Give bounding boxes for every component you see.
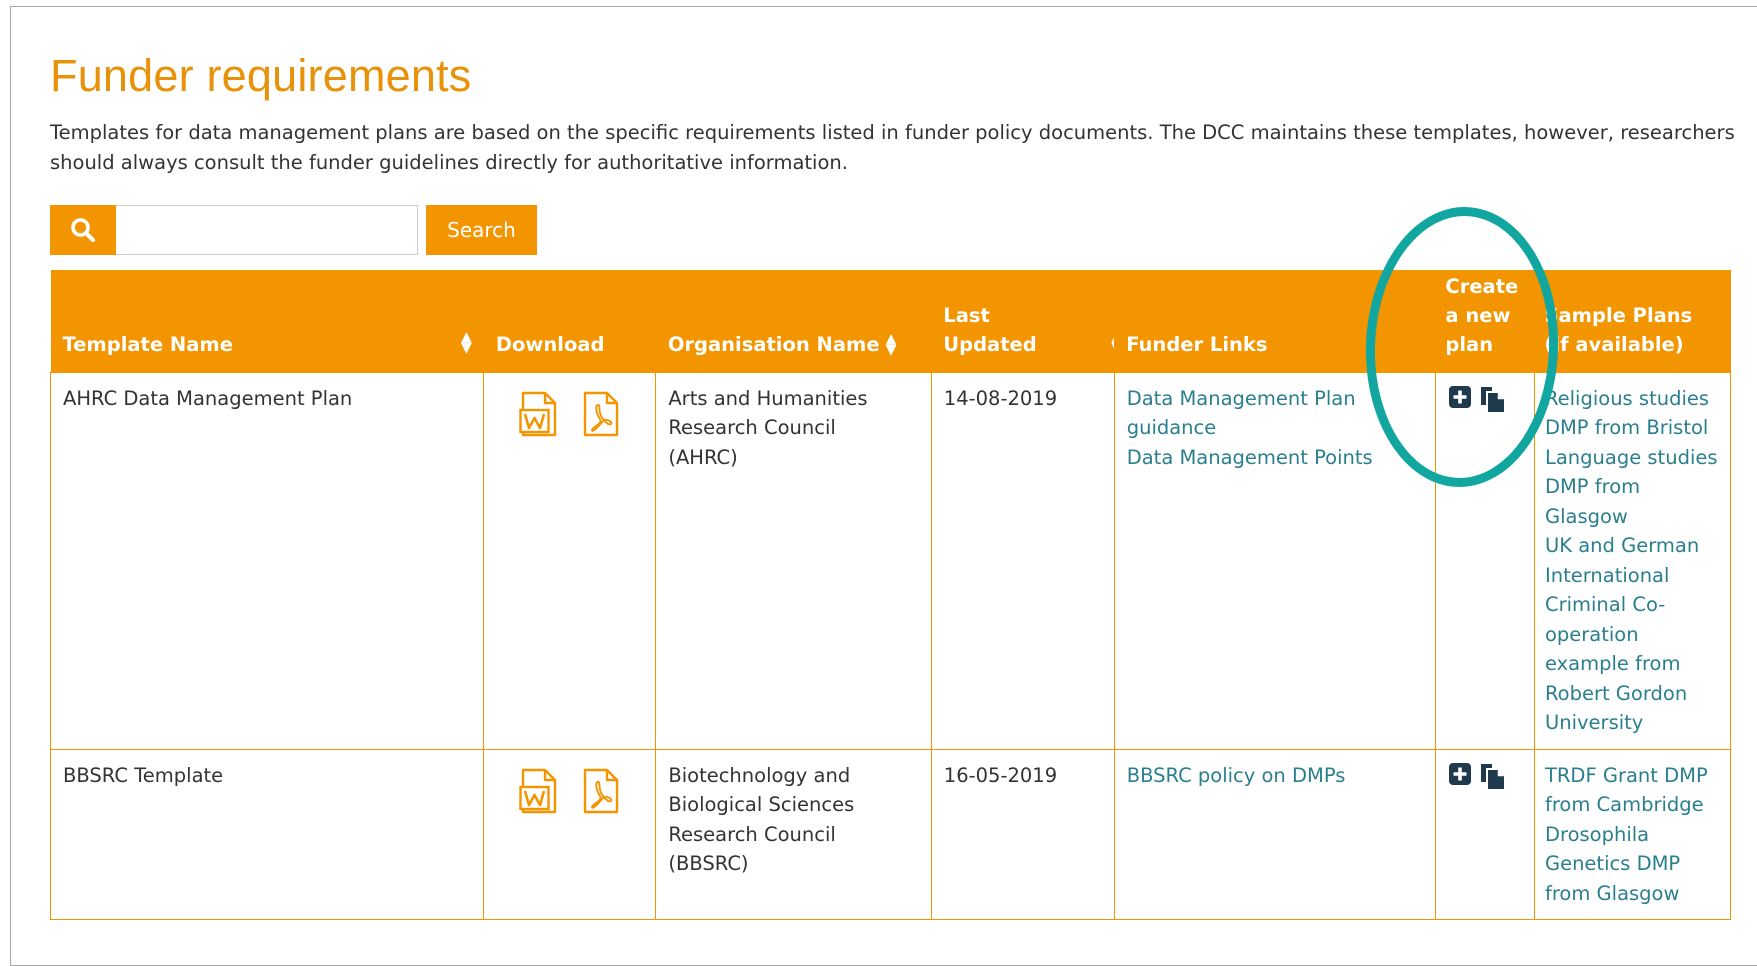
organisation-name: Biotechnology and Biological Sciences Re… (655, 748, 932, 920)
header-label-line: Updated (943, 332, 1037, 356)
template-name: BBSRC Template (49, 748, 485, 920)
sample-plan-link[interactable]: Language studies DMP from Glasgow (1545, 443, 1726, 532)
sample-plans: Religious studies DMP from Bristol Langu… (1533, 371, 1732, 750)
header-label: Organisation Name (667, 332, 880, 356)
create-plan-cell (1434, 371, 1535, 750)
search-bar: Search (50, 205, 537, 255)
header-label-line: (if available) (1544, 332, 1684, 356)
header-template-name[interactable]: Template Name ▲ ▼ (50, 270, 484, 372)
copy-icon[interactable] (1478, 762, 1506, 799)
organisation-line: Arts and Humanities (668, 386, 868, 410)
last-updated: 16-05-2019 (930, 748, 1115, 920)
sample-plan-link[interactable]: TRDF Grant DMP from Cambridge (1545, 761, 1726, 820)
search-icon[interactable] (50, 205, 116, 255)
header-label-line: Last (943, 303, 990, 327)
header-label-line: Create (1445, 274, 1519, 298)
sort-icon[interactable]: ▲▼ (461, 330, 472, 355)
sample-plan-link[interactable]: Drosophila Genetics DMP from Glasgow (1545, 820, 1726, 909)
header-label-line: Sample Plans (1544, 303, 1693, 327)
organisation-line: Research Council (668, 822, 836, 846)
header-organisation-name[interactable]: Organisation Name ▲ ▼ (655, 270, 932, 372)
header-label-line: plan (1445, 332, 1494, 356)
template-name: AHRC Data Management Plan (49, 371, 485, 750)
sort-icon[interactable]: ▲▼ (886, 332, 897, 357)
intro-text: Templates for data management plans are … (50, 121, 1735, 174)
header-sample-plans: Sample Plans (if available) (1534, 270, 1731, 372)
funder-links: BBSRC policy on DMPs (1113, 748, 1436, 920)
plus-square-icon[interactable] (1448, 762, 1472, 795)
pdf-document-icon[interactable] (581, 768, 621, 823)
table-row: BBSRC Template Biotechnology and Biologi… (49, 748, 1732, 920)
sample-plan-link[interactable]: UK and German International Criminal Co-… (1545, 531, 1726, 738)
download-cell (483, 748, 657, 920)
funder-link[interactable]: BBSRC policy on DMPs (1127, 761, 1423, 791)
funder-link[interactable]: Data Management Points (1127, 443, 1423, 473)
table-row: AHRC Data Management Plan Arts and Human… (49, 371, 1732, 750)
header-label: Funder Links (1126, 332, 1268, 356)
organisation-line: (AHRC) (668, 445, 738, 469)
funder-links: Data Management Plan guidance Data Manag… (1113, 371, 1436, 750)
page-title: Funder requirements (50, 50, 472, 101)
pdf-document-icon[interactable] (581, 391, 621, 446)
last-updated: 14-08-2019 (930, 371, 1115, 750)
organisation-line: Biological Sciences (668, 793, 855, 816)
search-button[interactable]: Search (426, 205, 537, 255)
search-input[interactable] (116, 205, 418, 255)
organisation-line: Research Council (668, 416, 836, 439)
funder-link[interactable]: Data Management Plan guidance (1127, 384, 1423, 443)
copy-icon[interactable] (1478, 385, 1506, 422)
templates-table: Template Name ▲ ▼ Download Organisation N… (49, 270, 1732, 920)
table-header-row: Template Name ▲ ▼ Download Organisation N… (50, 270, 1731, 372)
create-plan-cell (1434, 748, 1535, 920)
header-funder-links: Funder Links (1114, 270, 1436, 372)
organisation-name: Arts and Humanities Research Council (AH… (655, 371, 932, 750)
sample-plans: TRDF Grant DMP from Cambridge Drosophila… (1533, 748, 1732, 920)
word-document-icon[interactable] (519, 768, 559, 823)
sample-plan-link[interactable]: Religious studies DMP from Bristol (1545, 384, 1726, 443)
word-document-icon[interactable] (519, 391, 559, 446)
plus-square-icon[interactable] (1448, 385, 1472, 418)
header-label-line: a new (1445, 303, 1511, 327)
header-download: Download (483, 270, 656, 372)
header-label: Download (495, 332, 605, 356)
header-create-plan: Create a new plan (1435, 270, 1535, 372)
organisation-line: Biotechnology and (668, 763, 851, 787)
download-cell (483, 371, 657, 750)
header-last-updated[interactable]: Last Updated ▲▼ (931, 270, 1122, 372)
main-content: Funder requirements Templates for data m… (49, 48, 1740, 920)
organisation-line: (BBSRC) (668, 852, 749, 875)
header-label: Template Name (62, 332, 233, 356)
